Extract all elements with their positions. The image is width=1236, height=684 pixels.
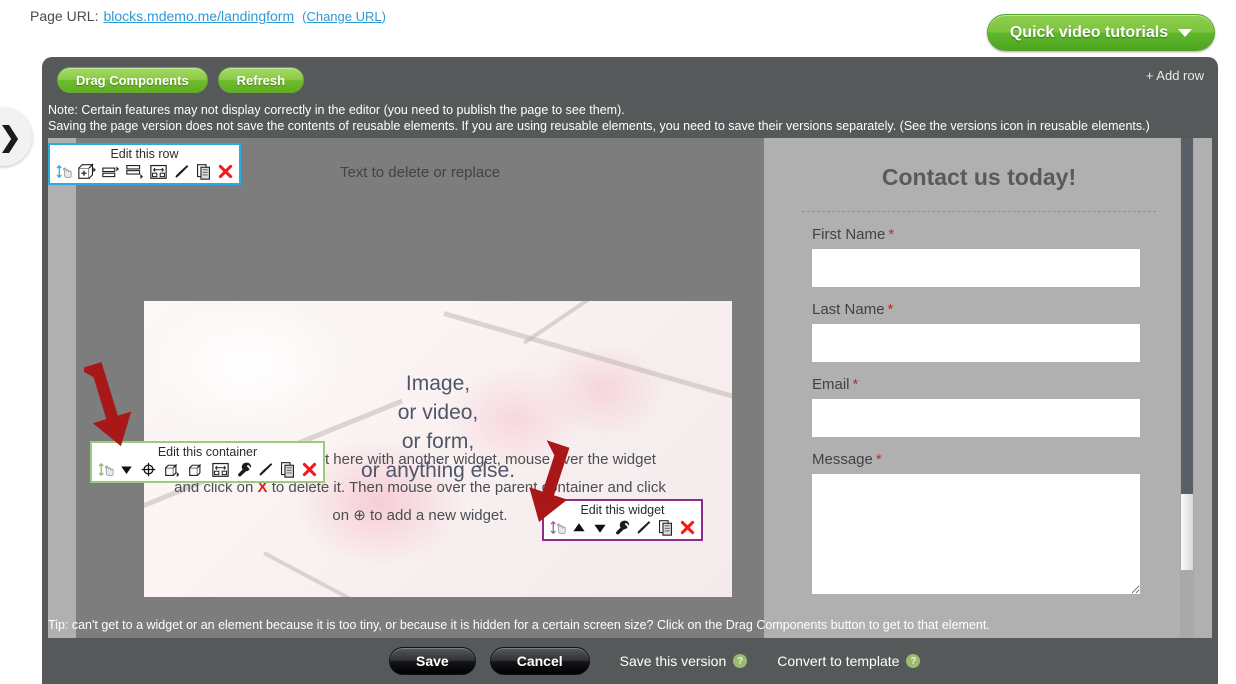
- first-name-label-text: First Name: [812, 226, 886, 243]
- move-down-icon[interactable]: [119, 462, 134, 477]
- copy-icon[interactable]: [657, 519, 674, 536]
- editor-note: Note: Certain features may not display c…: [48, 102, 1213, 134]
- convert-to-template-label: Convert to template: [777, 653, 900, 669]
- required-marker: *: [875, 451, 882, 468]
- copy-icon[interactable]: [279, 461, 296, 478]
- add-row-button[interactable]: + Add row: [1146, 68, 1204, 83]
- canvas-scrollbar-thumb-lower[interactable]: [1181, 494, 1193, 570]
- paint-brush-icon[interactable]: [635, 519, 652, 536]
- editor-tip-text: Tip: can't get to a widget or an element…: [48, 617, 990, 632]
- first-name-input[interactable]: [812, 249, 1140, 287]
- insert-row-right-icon[interactable]: [101, 163, 120, 180]
- page-url-link[interactable]: blocks.mdemo.me/landingform: [103, 8, 294, 24]
- quick-video-tutorials-label: Quick video tutorials: [1009, 23, 1169, 41]
- delete-icon[interactable]: [301, 461, 318, 478]
- wrench-icon[interactable]: [613, 519, 630, 536]
- add-widget-icon[interactable]: [139, 461, 158, 478]
- save-this-version-label: Save this version: [619, 653, 727, 669]
- helper-line-3-part-a: on: [332, 507, 350, 524]
- hero-line-2: or video,: [397, 401, 479, 424]
- email-label: Email *: [812, 376, 1194, 393]
- move-handle-icon[interactable]: [55, 163, 72, 180]
- canvas-scrollbar-thumb[interactable]: [1181, 138, 1193, 494]
- delete-icon[interactable]: [679, 519, 696, 536]
- app-root: Page URL: blocks.mdemo.me/landingform (C…: [0, 0, 1236, 684]
- canvas-scrollbar-track[interactable]: [1180, 138, 1194, 638]
- annotation-arrow-right: [529, 440, 570, 522]
- refresh-button[interactable]: Refresh: [217, 67, 305, 93]
- help-icon[interactable]: ?: [733, 654, 748, 668]
- editor-note-line-2: Saving the page version does not save th…: [48, 119, 1150, 133]
- edit-container-title: Edit this container: [157, 445, 258, 459]
- save-button[interactable]: Save: [389, 647, 476, 675]
- save-this-version-link[interactable]: Save this version ?: [620, 653, 748, 669]
- edit-container-icon-row: [97, 461, 318, 478]
- contact-form-divider: [802, 211, 1156, 212]
- wrench-icon[interactable]: [235, 461, 252, 478]
- change-url-link[interactable]: (Change URL): [302, 9, 386, 24]
- edit-row-toolbar[interactable]: Edit this row: [48, 143, 241, 185]
- cancel-button[interactable]: Cancel: [489, 647, 590, 675]
- helper-line-3-part-b: to add a new widget.: [370, 507, 508, 524]
- editor-tip-bar: Tip: can't get to a widget or an element…: [42, 611, 1218, 638]
- editor-note-line-1: Note: Certain features may not display c…: [48, 103, 625, 117]
- sidebar-expand-tab[interactable]: ❯: [0, 108, 32, 166]
- canvas-inner: Text to delete or replace Image, or vide…: [48, 138, 1194, 638]
- resize-icon[interactable]: [149, 163, 168, 180]
- insert-row-below-icon[interactable]: [125, 163, 144, 180]
- insert-container-right-icon[interactable]: [163, 461, 182, 478]
- add-widget-plus-icon: ⊕: [353, 507, 366, 524]
- last-name-input[interactable]: [812, 324, 1140, 362]
- move-handle-icon[interactable]: [97, 461, 114, 478]
- delete-icon[interactable]: [217, 163, 234, 180]
- copy-icon[interactable]: [195, 163, 212, 180]
- page-url-label: Page URL:: [30, 8, 99, 24]
- hero-line-1: Image,: [405, 372, 471, 395]
- quick-video-tutorials-button[interactable]: Quick video tutorials: [987, 14, 1215, 51]
- email-label-text: Email: [812, 376, 850, 393]
- annotation-arrow-left: [84, 362, 132, 447]
- resize-icon[interactable]: [211, 461, 230, 478]
- page-canvas: Text to delete or replace Image, or vide…: [48, 138, 1212, 638]
- chevron-down-icon: [1178, 28, 1193, 37]
- first-name-label: First Name *: [812, 226, 1194, 243]
- message-label: Message *: [812, 451, 1194, 468]
- help-icon[interactable]: ?: [906, 654, 921, 668]
- contact-form-column: Contact us today! First Name * Last Name *…: [764, 138, 1194, 638]
- required-marker: *: [887, 301, 894, 318]
- paint-brush-icon[interactable]: [173, 163, 190, 180]
- drag-components-button[interactable]: Drag Components: [57, 67, 208, 93]
- edit-row-icon-row: [55, 163, 234, 180]
- editor-footer: Save Cancel Save this version ? Convert …: [42, 638, 1218, 684]
- last-name-label: Last Name *: [812, 301, 1194, 318]
- convert-to-template-link[interactable]: Convert to template ?: [777, 653, 921, 669]
- email-input[interactable]: [812, 399, 1140, 437]
- branch-decoration: [263, 551, 424, 597]
- paint-brush-icon[interactable]: [257, 461, 274, 478]
- required-marker: *: [888, 226, 895, 243]
- message-label-text: Message: [812, 451, 873, 468]
- add-row-icon[interactable]: [77, 163, 96, 180]
- edit-row-title: Edit this row: [110, 147, 179, 161]
- required-marker: *: [852, 376, 859, 393]
- message-textarea[interactable]: [812, 474, 1140, 594]
- editor-toolbar: Drag Components Refresh: [42, 57, 1218, 103]
- contact-form-title: Contact us today!: [881, 164, 1077, 190]
- chevron-right-icon: ❯: [0, 121, 22, 152]
- last-name-label-text: Last Name: [812, 301, 885, 318]
- duplicate-container-icon[interactable]: [187, 461, 206, 478]
